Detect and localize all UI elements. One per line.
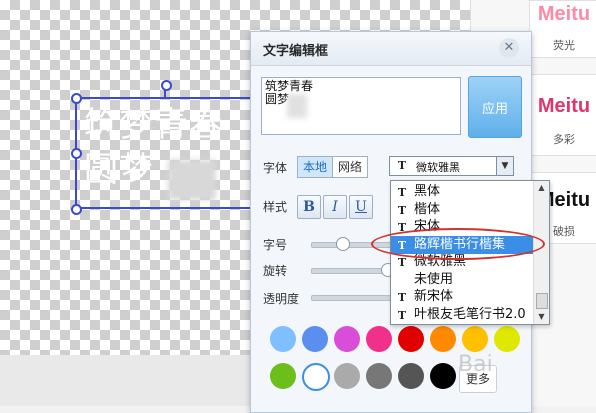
font-option-label: 楷体 <box>414 201 441 217</box>
opacity-label: 透明度 <box>263 292 300 306</box>
font-option[interactable]: T 叶根友毛笔行书2.0版 <box>391 306 533 324</box>
font-option-label: 叶根友毛笔行书2.0版 <box>414 306 526 322</box>
font-option[interactable]: T 新宋体 <box>391 288 533 306</box>
color-swatch[interactable] <box>302 326 328 352</box>
font-type-icon: T <box>397 308 407 322</box>
resize-handle-bottom-left[interactable] <box>71 204 82 215</box>
font-option-label: 未使用 <box>414 271 454 287</box>
font-source-network[interactable]: 网络 <box>333 157 367 177</box>
color-swatch[interactable] <box>494 326 520 352</box>
effect-preview-logo: Meitu <box>537 94 591 117</box>
color-swatch[interactable] <box>462 326 488 352</box>
font-type-icon: T <box>397 203 407 217</box>
color-swatch[interactable] <box>366 326 392 352</box>
bold-button[interactable]: B <box>297 195 321 219</box>
color-swatch[interactable] <box>270 326 296 352</box>
canvas-text-line1: 筑梦青春 <box>84 105 224 145</box>
font-option[interactable]: 未使用 <box>391 271 533 289</box>
scroll-down-icon[interactable]: ▼ <box>534 310 549 324</box>
font-option[interactable]: T 楷体 <box>391 201 533 219</box>
apply-button[interactable]: 应用 <box>468 76 522 138</box>
scroll-up-icon[interactable]: ▲ <box>534 181 549 195</box>
close-icon[interactable]: ✕ <box>499 38 519 58</box>
font-option-label: 新宋体 <box>414 289 454 304</box>
underline-button[interactable]: U <box>349 195 373 219</box>
color-swatch[interactable] <box>398 326 424 352</box>
font-select-value: 微软雅黑 <box>416 161 460 174</box>
style-label: 样式 <box>263 200 288 214</box>
font-option-label: 黑体 <box>414 184 441 199</box>
effect-card-colorful[interactable]: Meitu 多彩 <box>529 74 596 156</box>
dialog-title-bar[interactable]: 文字编辑框 ✕ <box>251 32 531 66</box>
blurred-region <box>287 94 307 118</box>
color-swatch[interactable] <box>430 326 456 352</box>
font-source-toggle: 本地 网络 <box>297 156 369 178</box>
font-type-icon: T <box>397 291 407 304</box>
effect-label: 荧光 <box>553 39 575 52</box>
canvas-text-line2: 圆梦 <box>84 150 154 190</box>
dropdown-scrollbar[interactable]: ▲ ▼ <box>533 181 549 324</box>
rotation-handle[interactable] <box>161 80 172 91</box>
font-type-icon: T <box>397 256 407 269</box>
rotate-label: 旋转 <box>263 264 288 278</box>
chevron-down-icon[interactable]: ▼ <box>496 157 513 175</box>
scrollbar-thumb[interactable] <box>536 293 548 309</box>
blurred-region <box>168 160 216 200</box>
color-swatch[interactable] <box>366 363 392 389</box>
color-swatch[interactable] <box>398 363 424 389</box>
font-type-icon: T <box>397 159 407 172</box>
size-slider-thumb[interactable] <box>336 237 350 251</box>
color-swatch[interactable] <box>334 363 360 389</box>
size-label: 字号 <box>263 238 288 252</box>
color-swatch[interactable] <box>430 363 456 389</box>
dialog-title: 文字编辑框 <box>263 44 329 59</box>
highlight-ellipse <box>371 228 545 260</box>
font-select[interactable]: T 微软雅黑 ▼ <box>389 156 514 176</box>
font-type-icon: T <box>397 186 407 199</box>
effect-card-fluorescent[interactable]: Meitu 荧光 <box>529 0 596 58</box>
resize-handle-left[interactable] <box>71 148 82 159</box>
resize-handle-top-left[interactable] <box>71 93 82 104</box>
font-source-local[interactable]: 本地 <box>298 157 334 177</box>
effect-preview-logo: Meitu <box>537 2 591 25</box>
color-swatch[interactable] <box>334 326 360 352</box>
font-option[interactable]: T 黑体 <box>391 183 533 201</box>
effect-label: 多彩 <box>553 133 575 146</box>
color-swatch[interactable] <box>302 363 330 391</box>
font-label: 字体 <box>263 161 288 175</box>
watermark: Bai <box>458 352 493 377</box>
color-swatch[interactable] <box>270 363 296 389</box>
italic-button[interactable]: I <box>323 195 347 219</box>
